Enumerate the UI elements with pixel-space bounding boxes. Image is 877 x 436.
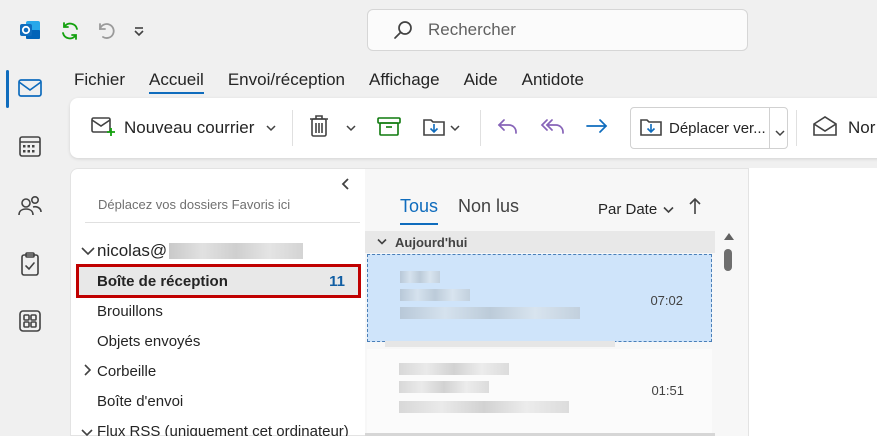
ribbon-divider [796, 110, 797, 146]
read-unread-button[interactable]: Nor [812, 98, 875, 158]
folder-inbox[interactable]: Boîte de réception 11 [76, 264, 361, 298]
archive-button[interactable] [376, 98, 402, 158]
tab-all[interactable]: Tous [400, 196, 439, 225]
ribbon-divider [480, 110, 481, 146]
folder-rss[interactable]: Flux RSS (uniquement cet ordinateur) [97, 423, 349, 436]
move-icon [639, 114, 663, 143]
scroll-thumb[interactable] [724, 249, 732, 271]
account-name: nicolas@ [97, 241, 168, 260]
redacted-account [169, 243, 304, 259]
clipboard-check-icon[interactable] [14, 248, 46, 280]
outlook-app-icon [18, 18, 42, 42]
sort-dropdown[interactable]: Par Date [598, 201, 674, 218]
reply-icon [495, 115, 521, 142]
reply-all-icon [539, 115, 567, 142]
group-header-today[interactable]: Aujourd'hui [365, 231, 715, 253]
chevron-down-icon [663, 206, 674, 213]
new-mail-icon [90, 115, 116, 142]
search-icon [392, 19, 414, 41]
tab-unread[interactable]: Non lus [458, 196, 519, 217]
tab-accueil[interactable]: Accueil [137, 62, 216, 98]
favorites-hint: Déplacez vos dossiers Favoris ici [98, 197, 291, 212]
search-placeholder: Rechercher [428, 20, 516, 39]
collapse-pane-icon[interactable] [341, 177, 351, 193]
reply-button[interactable] [495, 98, 521, 158]
message-time: 01:51 [651, 383, 684, 398]
redacted-preview [399, 401, 569, 413]
mail-icon[interactable] [14, 72, 46, 104]
move-button[interactable]: Déplacer ver... [630, 107, 788, 149]
message-time: 07:02 [650, 293, 683, 308]
delete-button[interactable] [308, 98, 356, 158]
delete-icon [308, 114, 330, 143]
folder-pane: Déplacez vos dossiers Favoris ici nicola… [70, 168, 365, 436]
sync-icon[interactable] [57, 18, 83, 44]
navigation-rail [0, 62, 60, 436]
list-scrollbar[interactable] [720, 231, 736, 436]
new-mail-label: Nouveau courrier [124, 118, 255, 137]
reply-all-button[interactable] [539, 98, 567, 158]
title-bar: Rechercher [0, 0, 877, 62]
sort-label: Par Date [598, 201, 658, 218]
next-ribbon-label: Nor [848, 118, 876, 137]
rail-active-indicator [6, 70, 9, 108]
message-list: Tous Non lus Par Date Aujourd'hui 07:02 … [365, 168, 748, 436]
folder-sent[interactable]: Objets envoyés [97, 333, 200, 350]
message-item[interactable]: 07:02 [367, 254, 712, 342]
move-to-folder-button[interactable] [422, 98, 460, 158]
search-box[interactable]: Rechercher [367, 9, 748, 51]
unread-count-badge: 11 [329, 273, 345, 290]
redacted-divider [385, 341, 615, 347]
chevron-down-icon[interactable] [450, 119, 460, 137]
tab-antidote[interactable]: Antidote [510, 62, 596, 98]
split-divider [769, 108, 770, 148]
apps-grid-icon[interactable] [14, 305, 46, 337]
chevron-down-icon[interactable] [266, 119, 276, 137]
calendar-icon[interactable] [14, 130, 46, 162]
scroll-up-icon[interactable] [724, 233, 734, 240]
tab-affichage[interactable]: Affichage [357, 62, 452, 98]
tab-aide[interactable]: Aide [452, 62, 510, 98]
message-item[interactable]: 01:51 [367, 349, 712, 435]
reading-pane [748, 168, 877, 436]
folder-drafts[interactable]: Brouillons [97, 303, 163, 320]
chevron-down-icon[interactable] [775, 124, 785, 142]
people-icon[interactable] [14, 190, 46, 222]
chevron-right-icon[interactable] [83, 363, 92, 379]
group-label: Aujourd'hui [395, 234, 468, 250]
ribbon: Nouveau courrier Déplacer ver... Nor [70, 98, 877, 158]
tab-envoi-reception[interactable]: Envoi/réception [216, 62, 357, 98]
redacted-subject [400, 289, 470, 301]
folder-outbox[interactable]: Boîte d'envoi [97, 393, 183, 410]
chevron-down-icon [81, 247, 95, 256]
redacted-sender [399, 363, 509, 375]
menu-bar: Fichier Accueil Envoi/réception Affichag… [60, 62, 596, 98]
archive-icon [376, 115, 402, 142]
redacted-sender [400, 271, 440, 283]
folder-trash[interactable]: Corbeille [97, 363, 156, 380]
move-to-folder-icon [422, 114, 448, 143]
chevron-down-icon[interactable] [346, 119, 356, 137]
tab-fichier[interactable]: Fichier [60, 62, 137, 98]
forward-button[interactable] [584, 98, 610, 158]
chevron-down-icon[interactable] [81, 424, 93, 436]
inbox-label: Boîte de réception [97, 273, 228, 290]
new-mail-button[interactable]: Nouveau courrier [90, 98, 276, 158]
undo-icon[interactable] [92, 18, 118, 44]
move-label: Déplacer ver... [669, 119, 766, 137]
redacted-preview [400, 307, 580, 319]
quick-access-dropdown-icon[interactable] [126, 18, 152, 44]
envelope-open-icon [812, 115, 838, 142]
forward-icon [584, 115, 610, 142]
favorites-divider [85, 222, 360, 223]
redacted-subject [399, 381, 489, 393]
sort-direction-icon[interactable] [688, 197, 702, 220]
account-header[interactable]: nicolas@ [81, 241, 304, 261]
ribbon-divider [292, 110, 293, 146]
chevron-down-icon [377, 238, 387, 245]
